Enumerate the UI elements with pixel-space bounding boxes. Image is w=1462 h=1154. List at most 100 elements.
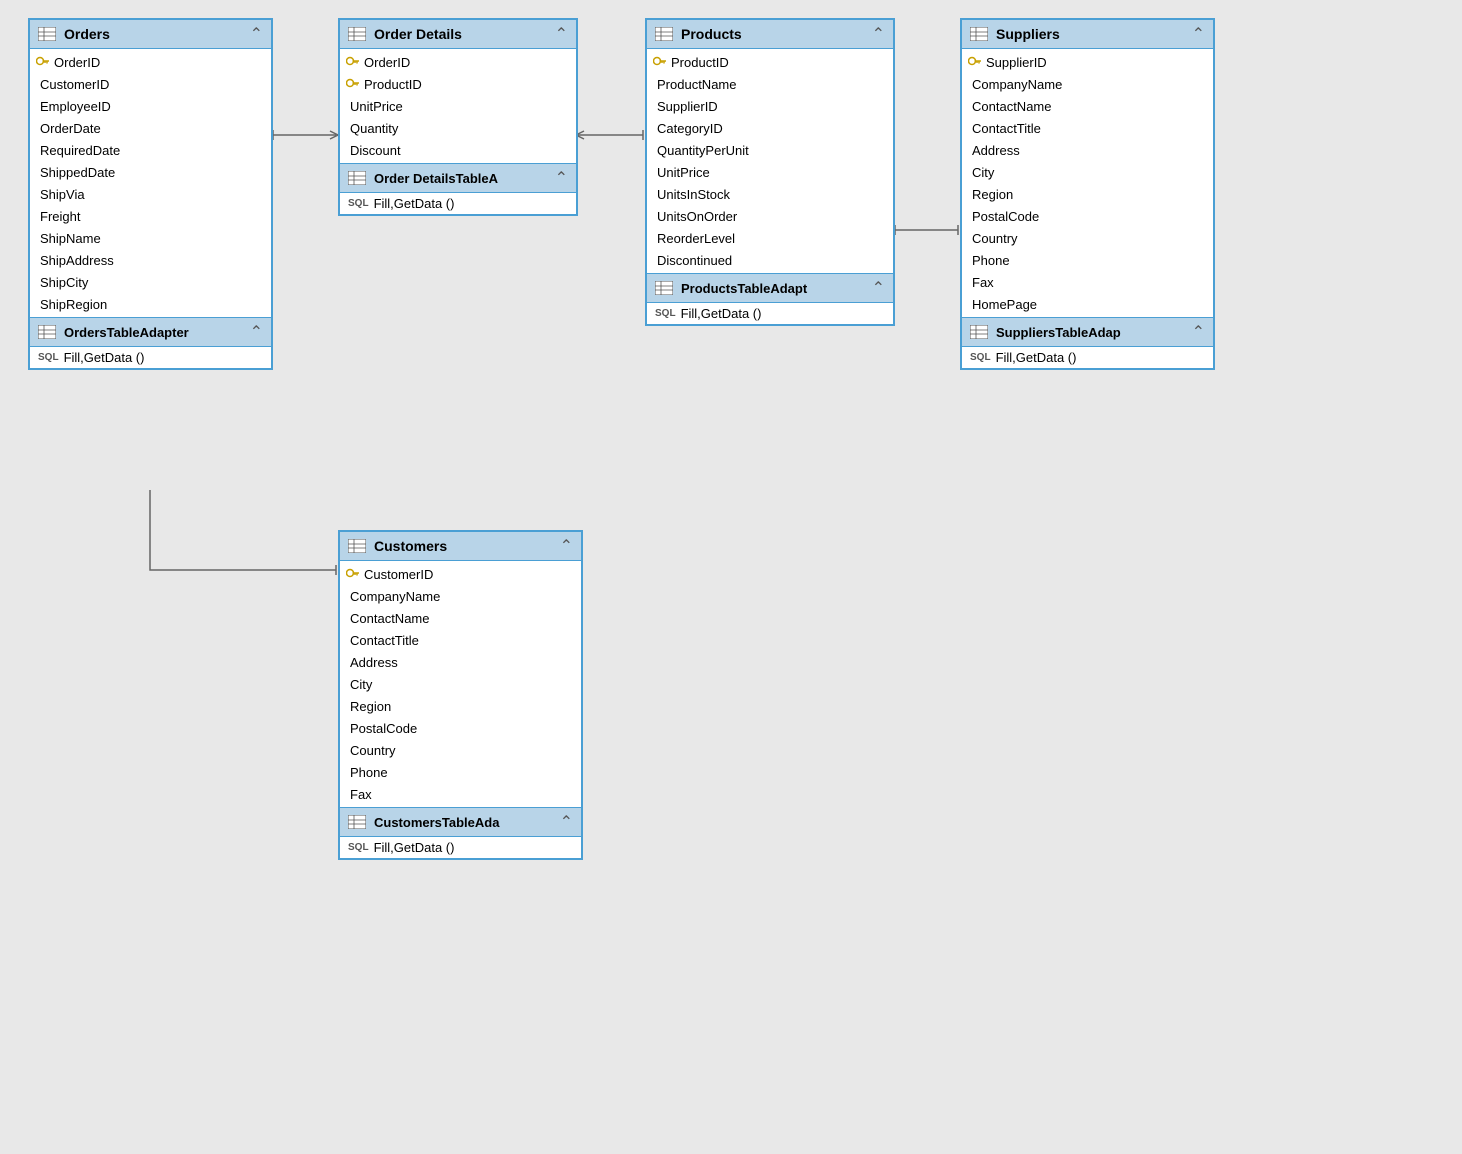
suppliers-collapse-btn[interactable]: ⌃ (1192, 24, 1205, 44)
field-row: UnitsOnOrder (647, 205, 893, 227)
field-name: QuantityPerUnit (657, 143, 749, 158)
field-row: ProductName (647, 73, 893, 95)
customers-table-header: Customers ⌃ (340, 532, 581, 561)
suppliers-adapter-header: SuppliersTableAdap ⌃ (962, 318, 1213, 347)
field-name: City (350, 677, 372, 692)
orders-adapter-collapse[interactable]: ⌃ (250, 322, 263, 342)
order-details-method-label: Fill,GetData () (374, 196, 455, 211)
products-title: Products (681, 26, 742, 42)
field-name: ShipRegion (40, 297, 107, 312)
field-name: ContactTitle (972, 121, 1041, 136)
field-name: UnitPrice (657, 165, 710, 180)
field-name: PostalCode (972, 209, 1039, 224)
products-method-label: Fill,GetData () (681, 306, 762, 321)
orders-adapter-section: OrdersTableAdapter ⌃ SQL Fill,GetData () (30, 317, 271, 368)
suppliers-method-label: Fill,GetData () (996, 350, 1077, 365)
field-row: City (340, 673, 581, 695)
field-row: UnitsInStock (647, 183, 893, 205)
order-details-collapse-btn[interactable]: ⌃ (555, 24, 568, 44)
field-row: ShipAddress (30, 249, 271, 271)
field-row: Country (340, 739, 581, 761)
field-name: CompanyName (350, 589, 440, 604)
key-icon (653, 55, 667, 70)
order-details-title: Order Details (374, 26, 462, 42)
order-details-header-left: Order Details (348, 26, 462, 42)
orders-adapter-method: SQL Fill,GetData () (30, 347, 271, 368)
field-name: Fax (350, 787, 372, 802)
order-details-adapter-header: Order DetailsTableA ⌃ (340, 164, 576, 193)
order-details-sql-icon: SQL (348, 198, 369, 209)
order-details-table-header: Order Details ⌃ (340, 20, 576, 49)
field-name: Region (350, 699, 391, 714)
suppliers-adapter-section: SuppliersTableAdap ⌃ SQL Fill,GetData () (962, 317, 1213, 368)
field-name: SupplierID (986, 55, 1047, 70)
order-details-adapter-name: Order DetailsTableA (374, 171, 498, 186)
orders-table: Orders ⌃ OrderIDCustomerIDEmployeeIDOrde… (28, 18, 273, 370)
field-row: City (962, 161, 1213, 183)
orders-adapter-icon (38, 325, 56, 339)
field-name: Fax (972, 275, 994, 290)
field-row: ShipVia (30, 183, 271, 205)
field-row: ShipCity (30, 271, 271, 293)
order-details-adapter-method: SQL Fill,GetData () (340, 193, 576, 214)
field-name: ContactTitle (350, 633, 419, 648)
orders-table-header: Orders ⌃ (30, 20, 271, 49)
products-adapter-method: SQL Fill,GetData () (647, 303, 893, 324)
field-row: Quantity (340, 117, 576, 139)
field-row: CompanyName (340, 585, 581, 607)
orders-method-label: Fill,GetData () (64, 350, 145, 365)
products-adapter-header: ProductsTableAdapt ⌃ (647, 274, 893, 303)
field-row: PostalCode (340, 717, 581, 739)
field-row: Discount (340, 139, 576, 161)
suppliers-sql-icon: SQL (970, 352, 991, 363)
field-row: ShipName (30, 227, 271, 249)
field-name: CustomerID (364, 567, 433, 582)
field-name: ProductID (364, 77, 422, 92)
field-name: Phone (972, 253, 1010, 268)
field-row: SupplierID (647, 95, 893, 117)
orders-adapter-name: OrdersTableAdapter (64, 325, 189, 340)
products-fields: ProductIDProductNameSupplierIDCategoryID… (647, 49, 893, 273)
suppliers-adapter-method: SQL Fill,GetData () (962, 347, 1213, 368)
key-icon (346, 77, 360, 92)
field-name: CustomerID (40, 77, 109, 92)
field-name: Address (972, 143, 1020, 158)
field-name: Country (350, 743, 396, 758)
customers-adapter-name: CustomersTableAda (374, 815, 499, 830)
customers-adapter-collapse[interactable]: ⌃ (560, 812, 573, 832)
field-row: ContactName (340, 607, 581, 629)
products-table-icon (655, 27, 673, 41)
field-name: CompanyName (972, 77, 1062, 92)
field-name: Address (350, 655, 398, 670)
field-row: OrderDate (30, 117, 271, 139)
field-row: Country (962, 227, 1213, 249)
field-row: HomePage (962, 293, 1213, 315)
suppliers-adapter-icon (970, 325, 988, 339)
field-row: ContactTitle (962, 117, 1213, 139)
products-collapse-btn[interactable]: ⌃ (872, 24, 885, 44)
customers-adapter-method: SQL Fill,GetData () (340, 837, 581, 858)
key-icon (346, 55, 360, 70)
customers-adapter-section: CustomersTableAda ⌃ SQL Fill,GetData () (340, 807, 581, 858)
field-name: OrderDate (40, 121, 101, 136)
orders-collapse-btn[interactable]: ⌃ (250, 24, 263, 44)
field-name: ProductName (657, 77, 736, 92)
field-row: ContactName (962, 95, 1213, 117)
field-row: SupplierID (962, 51, 1213, 73)
products-adapter-section: ProductsTableAdapt ⌃ SQL Fill,GetData () (647, 273, 893, 324)
products-adapter-collapse[interactable]: ⌃ (872, 278, 885, 298)
field-name: City (972, 165, 994, 180)
order-details-adapter-collapse[interactable]: ⌃ (555, 168, 568, 188)
customers-collapse-btn[interactable]: ⌃ (560, 536, 573, 556)
suppliers-table-header: Suppliers ⌃ (962, 20, 1213, 49)
orders-sql-icon: SQL (38, 352, 59, 363)
products-adapter-icon (655, 281, 673, 295)
customers-title: Customers (374, 538, 447, 554)
suppliers-table: Suppliers ⌃ SupplierID CompanyName Contact… (960, 18, 1215, 370)
field-name: ContactName (972, 99, 1051, 114)
suppliers-adapter-collapse[interactable]: ⌃ (1192, 322, 1205, 342)
field-row: PostalCode (962, 205, 1213, 227)
suppliers-table-icon (970, 27, 988, 41)
field-row: ReorderLevel (647, 227, 893, 249)
field-name: Freight (40, 209, 80, 224)
